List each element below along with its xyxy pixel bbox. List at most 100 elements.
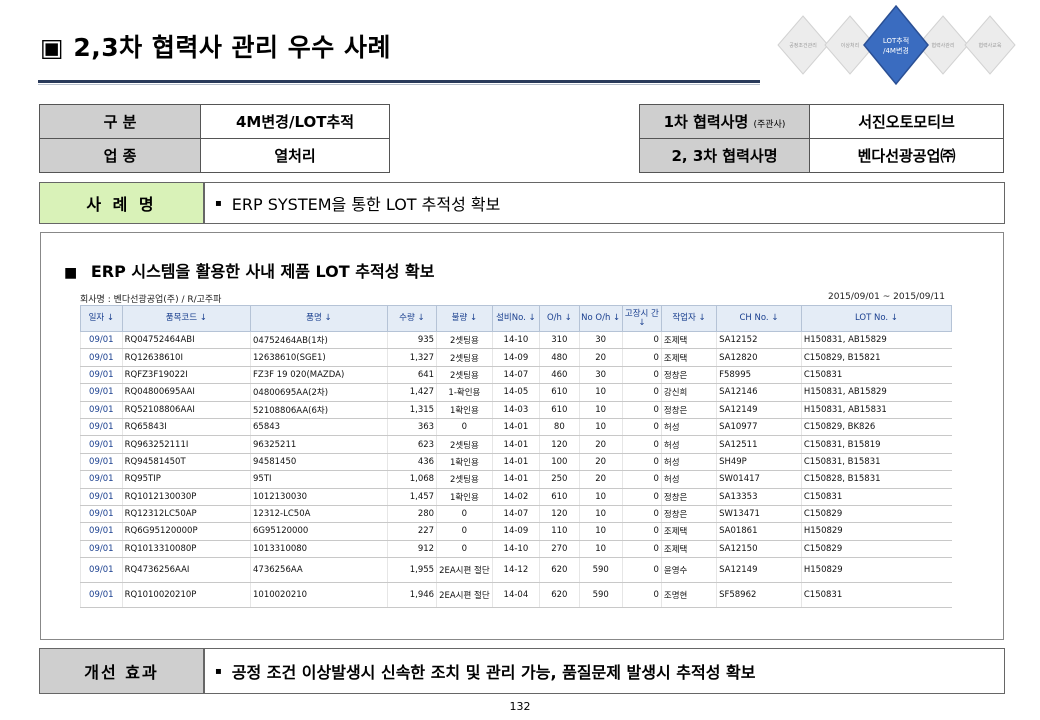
erp-table-cell: 10 xyxy=(578,522,623,541)
erp-table-cell: 610 xyxy=(539,488,580,506)
erp-column-header[interactable]: CH No. ↓ xyxy=(716,305,802,332)
erp-table-row[interactable]: 09/01 RQ65843I 65843 363 0 14-01 80 10 0 허성 SA1097… xyxy=(80,418,952,437)
erp-table-cell: SA10977 xyxy=(716,418,802,437)
erp-table-row[interactable]: 09/01 RQ95TIP 95TI 1,068 2셋팅용 14-01 250 20 0 허성 SW… xyxy=(80,470,952,489)
erp-table-cell: SW13471 xyxy=(716,505,802,524)
nav-item-0[interactable]: 공정조건관리 xyxy=(789,42,817,49)
erp-table-cell: RQ12638610I xyxy=(121,348,251,367)
erp-column-header[interactable]: O/h ↓ xyxy=(539,305,580,332)
erp-table-cell: C150829 xyxy=(800,505,952,524)
erp-table-cell: 20 xyxy=(578,470,623,489)
erp-table-cell: RQ94581450T xyxy=(121,453,251,472)
erp-table-cell: 4736256AA xyxy=(250,557,388,584)
erp-table-row[interactable]: 09/01 RQ1012130030P 1012130030 1,457 1확인용 14-… xyxy=(80,488,952,506)
erp-table-cell: H150831, AB15829 xyxy=(800,383,952,402)
erp-table-cell: 2EA시편 절단 xyxy=(436,582,493,609)
nav-active-line-1[interactable]: LOT추적 xyxy=(883,36,909,45)
erp-table-cell: C150828, B15831 xyxy=(800,470,952,489)
erp-table-cell: 0 xyxy=(621,582,662,609)
case-bullet: ▪ xyxy=(215,197,222,209)
erp-table-cell: 09/01 xyxy=(80,366,123,385)
nav-item-3[interactable]: 협력사관리 xyxy=(931,42,954,49)
erp-table-cell: 조명현 xyxy=(660,582,717,609)
erp-column-header[interactable]: 불량 ↓ xyxy=(436,305,493,332)
erp-table-cell: 80 xyxy=(539,418,580,437)
erp-table-cell: 460 xyxy=(539,366,580,385)
erp-table-cell: 250 xyxy=(539,470,580,489)
erp-table-row[interactable]: 09/01 RQ04752464ABI 04752464AB(1차) 935 2셋팅용 1… xyxy=(80,331,952,350)
info-table-right: 1차 협력사명 (주관사) 서진오토모티브 2, 3차 협력사명 벤다선광공업㈜ xyxy=(639,104,1004,173)
tier1-label-sup: (주관사) xyxy=(753,120,786,130)
erp-table-cell: 0 xyxy=(621,401,662,419)
erp-table-row[interactable]: 09/01 RQ52108806AAI 52108806AA(6차) 1,315 1확인… xyxy=(80,401,952,419)
erp-column-header[interactable]: 수량 ↓ xyxy=(386,305,438,332)
erp-table-cell: 04800695AA(2차) xyxy=(250,383,388,402)
erp-table-cell: 0 xyxy=(621,453,662,472)
erp-table-cell: 09/01 xyxy=(80,557,123,584)
erp-table-row[interactable]: 09/01 RQ12638610I 12638610(SGE1) 1,327 2셋팅용 1… xyxy=(80,348,952,367)
erp-table-row[interactable]: 09/01 RQ1010020210P 1010020210 1,946 2EA시편 절… xyxy=(80,582,952,609)
erp-table-row[interactable]: 09/01 RQFZ3F19022I FZ3F 19 020(MAZDA) 641 2셋… xyxy=(80,366,952,385)
erp-table-cell: 10 xyxy=(578,418,623,437)
erp-table-cell: 1-확인용 xyxy=(436,383,493,402)
erp-column-header[interactable]: 일자 ↓ xyxy=(80,305,123,332)
erp-table-cell: 윤영수 xyxy=(660,557,717,584)
effect-value: ▪ 공정 조건 이상발생시 신속한 조치 및 관리 가능, 품질문제 발생시 추… xyxy=(204,648,1005,694)
erp-table-row[interactable]: 09/01 RQ04800695AAI 04800695AA(2차) 1,427 1-확… xyxy=(80,383,952,402)
erp-table-cell: SW01417 xyxy=(716,470,802,489)
erp-table-cell: C150829 xyxy=(800,540,952,559)
erp-table-row[interactable]: 09/01 RQ94581450T 94581450 436 1확인용 14-01 100 2… xyxy=(80,453,952,472)
erp-table-cell: 610 xyxy=(539,401,580,419)
erp-table-cell: 623 xyxy=(386,435,437,454)
erp-table-cell: 허성 xyxy=(660,453,717,472)
erp-table-cell: 2셋팅용 xyxy=(436,331,493,350)
erp-table-cell: 641 xyxy=(386,366,437,385)
erp-column-header[interactable]: 품목코드 ↓ xyxy=(121,305,252,332)
erp-table-row[interactable]: 09/01 RQ4736256AAI 4736256AA 1,955 2EA시편 절단 1… xyxy=(80,557,952,584)
erp-table-cell: 227 xyxy=(386,522,437,541)
erp-table-cell: 96325211 xyxy=(250,435,388,454)
erp-table-cell: 14-10 xyxy=(491,331,540,350)
erp-column-header[interactable]: 고장시 간 ↓ xyxy=(621,305,662,332)
tier23-label: 2, 3차 협력사명 xyxy=(639,138,810,173)
erp-table-cell: 1확인용 xyxy=(436,401,493,419)
nav-item-4[interactable]: 협력사교육 xyxy=(978,42,1001,49)
erp-table-cell: 조제택 xyxy=(660,522,717,541)
erp-table-cell: 20 xyxy=(578,435,623,454)
case-text: ERP SYSTEM을 통한 LOT 추적성 확보 xyxy=(231,195,501,214)
erp-table-row[interactable]: 09/01 RQ1013310080P 1013310080 912 0 14-10 270… xyxy=(80,540,952,559)
erp-table-cell: H150831, AB15829 xyxy=(800,331,952,350)
erp-table-cell: 1확인용 xyxy=(436,453,493,472)
erp-table-cell: 14-01 xyxy=(491,470,540,489)
erp-column-header[interactable]: 작업자 ↓ xyxy=(660,305,718,332)
erp-table-row[interactable]: 09/01 RQ963252111I 96325211 623 2셋팅용 14-01 120… xyxy=(80,435,952,454)
erp-table-cell: RQFZ3F19022I xyxy=(121,366,251,385)
erp-column-header[interactable]: LOT No. ↓ xyxy=(800,305,952,332)
erp-column-header[interactable]: 설비No. ↓ xyxy=(491,305,541,332)
erp-column-header[interactable]: No O/h ↓ xyxy=(578,305,623,332)
erp-table-cell: RQ6G95120000P xyxy=(121,522,251,541)
erp-table-cell: 0 xyxy=(436,505,493,524)
nav-active-line-2[interactable]: /4M변경 xyxy=(883,46,909,55)
tier1-label: 1차 협력사명 xyxy=(663,113,749,131)
erp-table-cell: 정창은 xyxy=(660,401,717,419)
effect-label: 개선 효과 xyxy=(39,648,204,694)
erp-table-cell: 0 xyxy=(436,522,493,541)
erp-table-cell: 620 xyxy=(539,557,580,584)
erp-table-row[interactable]: 09/01 RQ12312LC50AP 12312-LC50A 280 0 14-07 12… xyxy=(80,505,952,524)
erp-column-header[interactable]: 품명 ↓ xyxy=(250,305,388,332)
erp-table-cell: 10 xyxy=(578,505,623,524)
erp-table-cell: 1013310080 xyxy=(250,540,388,559)
erp-table-cell: RQ52108806AAI xyxy=(121,401,251,419)
erp-table-cell: 정창은 xyxy=(660,505,717,524)
erp-table-cell: 허성 xyxy=(660,418,717,437)
erp-table-cell: 10 xyxy=(578,401,623,419)
nav-item-1[interactable]: 이상처리 xyxy=(841,42,859,49)
erp-table-cell: SA13353 xyxy=(716,488,802,506)
erp-table-cell: SA12149 xyxy=(716,401,802,419)
erp-table-cell: SF58962 xyxy=(716,582,802,609)
erp-table-row[interactable]: 09/01 RQ6G95120000P 6G95120000 227 0 14-09 110… xyxy=(80,522,952,541)
process-nav: 공정조건관리 이상처리 협력사관리 협력사교육 LOT추적 /4M변경 xyxy=(777,4,1016,86)
info-table-left: 구 분 4M변경/LOT추적 업 종 열처리 xyxy=(38,104,390,173)
erp-table-cell: 100 xyxy=(539,453,580,472)
